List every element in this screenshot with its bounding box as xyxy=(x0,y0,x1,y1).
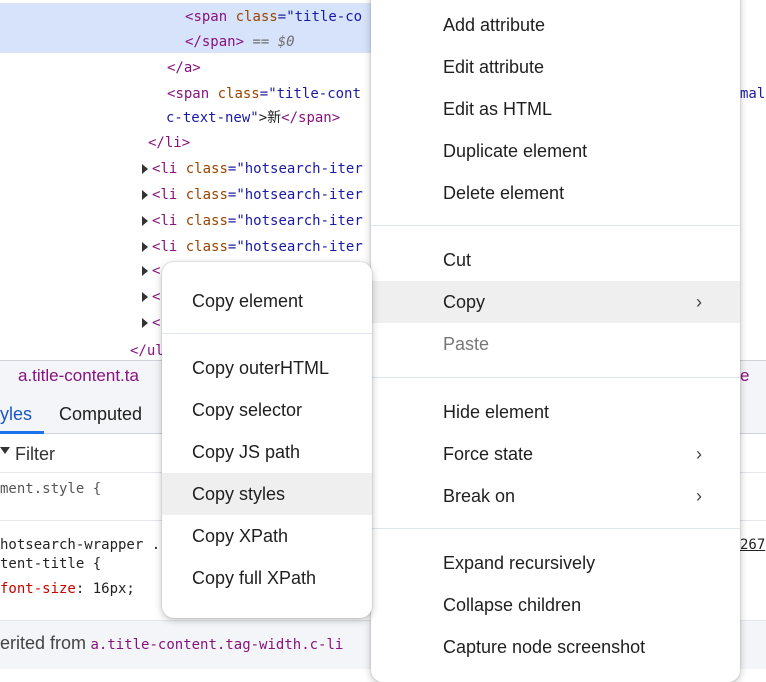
menu-edit-attribute[interactable]: Edit attribute xyxy=(371,46,740,88)
menu-copy[interactable]: Copy › xyxy=(371,281,740,323)
menu-copy-xpath[interactable]: Copy XPath xyxy=(162,515,372,557)
menu-separator xyxy=(371,528,740,529)
menu-duplicate-element[interactable]: Duplicate element xyxy=(371,130,740,172)
expand-arrow-icon[interactable] xyxy=(142,216,148,226)
filter-input[interactable]: Filter xyxy=(15,444,55,465)
expand-arrow-icon[interactable] xyxy=(142,190,148,200)
inherited-label: erited from a.title-content.tag-width.c-… xyxy=(0,633,344,653)
menu-copy-js-path[interactable]: Copy JS path xyxy=(162,431,372,473)
menu-copy-outerhtml[interactable]: Copy outerHTML xyxy=(162,347,372,389)
dom-line-span-close[interactable]: </span> == $0 xyxy=(185,29,295,55)
menu-collapse-children[interactable]: Collapse children xyxy=(371,584,740,626)
expand-arrow-icon[interactable] xyxy=(142,266,148,276)
property-name[interactable]: font-size xyxy=(0,581,76,597)
menu-separator xyxy=(371,377,740,378)
breadcrumb-current[interactable]: a.title-content.ta xyxy=(18,366,139,386)
expand-arrow-icon[interactable] xyxy=(142,318,148,328)
source-link[interactable]: 267 xyxy=(740,532,765,558)
menu-copy-element[interactable]: Copy element xyxy=(162,280,372,322)
expand-arrow-icon[interactable] xyxy=(142,242,148,252)
menu-force-state[interactable]: Force state › xyxy=(371,433,740,475)
element-style-rule[interactable]: ment.style { xyxy=(0,476,101,502)
menu-delete-element[interactable]: Delete element xyxy=(371,172,740,214)
menu-break-on[interactable]: Break on › xyxy=(371,475,740,517)
inherited-from-link[interactable]: a.title-content.tag-width.c-li xyxy=(90,637,343,653)
menu-add-attribute[interactable]: Add attribute xyxy=(371,4,740,46)
dom-line-overflow: mall xyxy=(740,86,766,102)
menu-capture-node-screenshot[interactable]: Capture node screenshot xyxy=(371,626,740,668)
dom-line-li-1[interactable]: <li class="hotsearch-iter xyxy=(142,156,363,182)
expand-arrow-icon[interactable] xyxy=(142,292,148,302)
dom-line-li-6[interactable]: < xyxy=(142,284,160,310)
property-value[interactable]: 16px; xyxy=(93,581,135,597)
submenu-separator xyxy=(162,333,372,334)
dom-line-span2-cont[interactable]: c-text-new">新</span> xyxy=(166,105,340,131)
menu-edit-as-html[interactable]: Edit as HTML xyxy=(371,88,740,130)
dom-line-li-4[interactable]: <li class="hotsearch-iter xyxy=(142,234,363,260)
dom-line-li-close[interactable]: </li> xyxy=(148,130,190,156)
context-menu: Add attribute Edit attribute Edit as HTM… xyxy=(371,0,740,682)
dom-line-li-2[interactable]: <li class="hotsearch-iter xyxy=(142,182,363,208)
rule-declaration[interactable]: font-size: 16px; xyxy=(0,576,135,602)
tab-computed[interactable]: Computed xyxy=(59,404,142,425)
menu-hide-element[interactable]: Hide element xyxy=(371,391,740,433)
menu-cut[interactable]: Cut xyxy=(371,239,740,281)
chevron-right-icon: › xyxy=(696,444,702,464)
menu-copy-selector[interactable]: Copy selector xyxy=(162,389,372,431)
dom-line-span2-open[interactable]: <span class="title-cont xyxy=(167,81,361,107)
chevron-right-icon: › xyxy=(696,292,702,312)
copy-submenu: Copy element Copy outerHTML Copy selecto… xyxy=(162,262,372,618)
dom-line-li-5[interactable]: < xyxy=(142,258,160,284)
menu-separator xyxy=(371,225,740,226)
dom-line-a-close[interactable]: </a> xyxy=(167,55,201,81)
menu-paste[interactable]: Paste xyxy=(371,323,740,365)
dom-line-li-7[interactable]: < xyxy=(142,310,160,336)
expand-arrow-icon[interactable] xyxy=(142,164,148,174)
rule-selector-cont[interactable]: tent-title { xyxy=(0,551,101,577)
menu-copy-full-xpath[interactable]: Copy full XPath xyxy=(162,557,372,599)
chevron-right-icon: › xyxy=(696,486,702,506)
dom-line-li-3[interactable]: <li class="hotsearch-iter xyxy=(142,208,363,234)
dom-line-span-open[interactable]: <span class="title-co xyxy=(185,4,362,30)
menu-copy-styles[interactable]: Copy styles xyxy=(162,473,372,515)
breadcrumb-overflow: e xyxy=(740,366,750,385)
tab-styles[interactable]: yles xyxy=(0,404,32,425)
filter-icon xyxy=(0,447,10,454)
menu-expand-recursively[interactable]: Expand recursively xyxy=(371,542,740,584)
